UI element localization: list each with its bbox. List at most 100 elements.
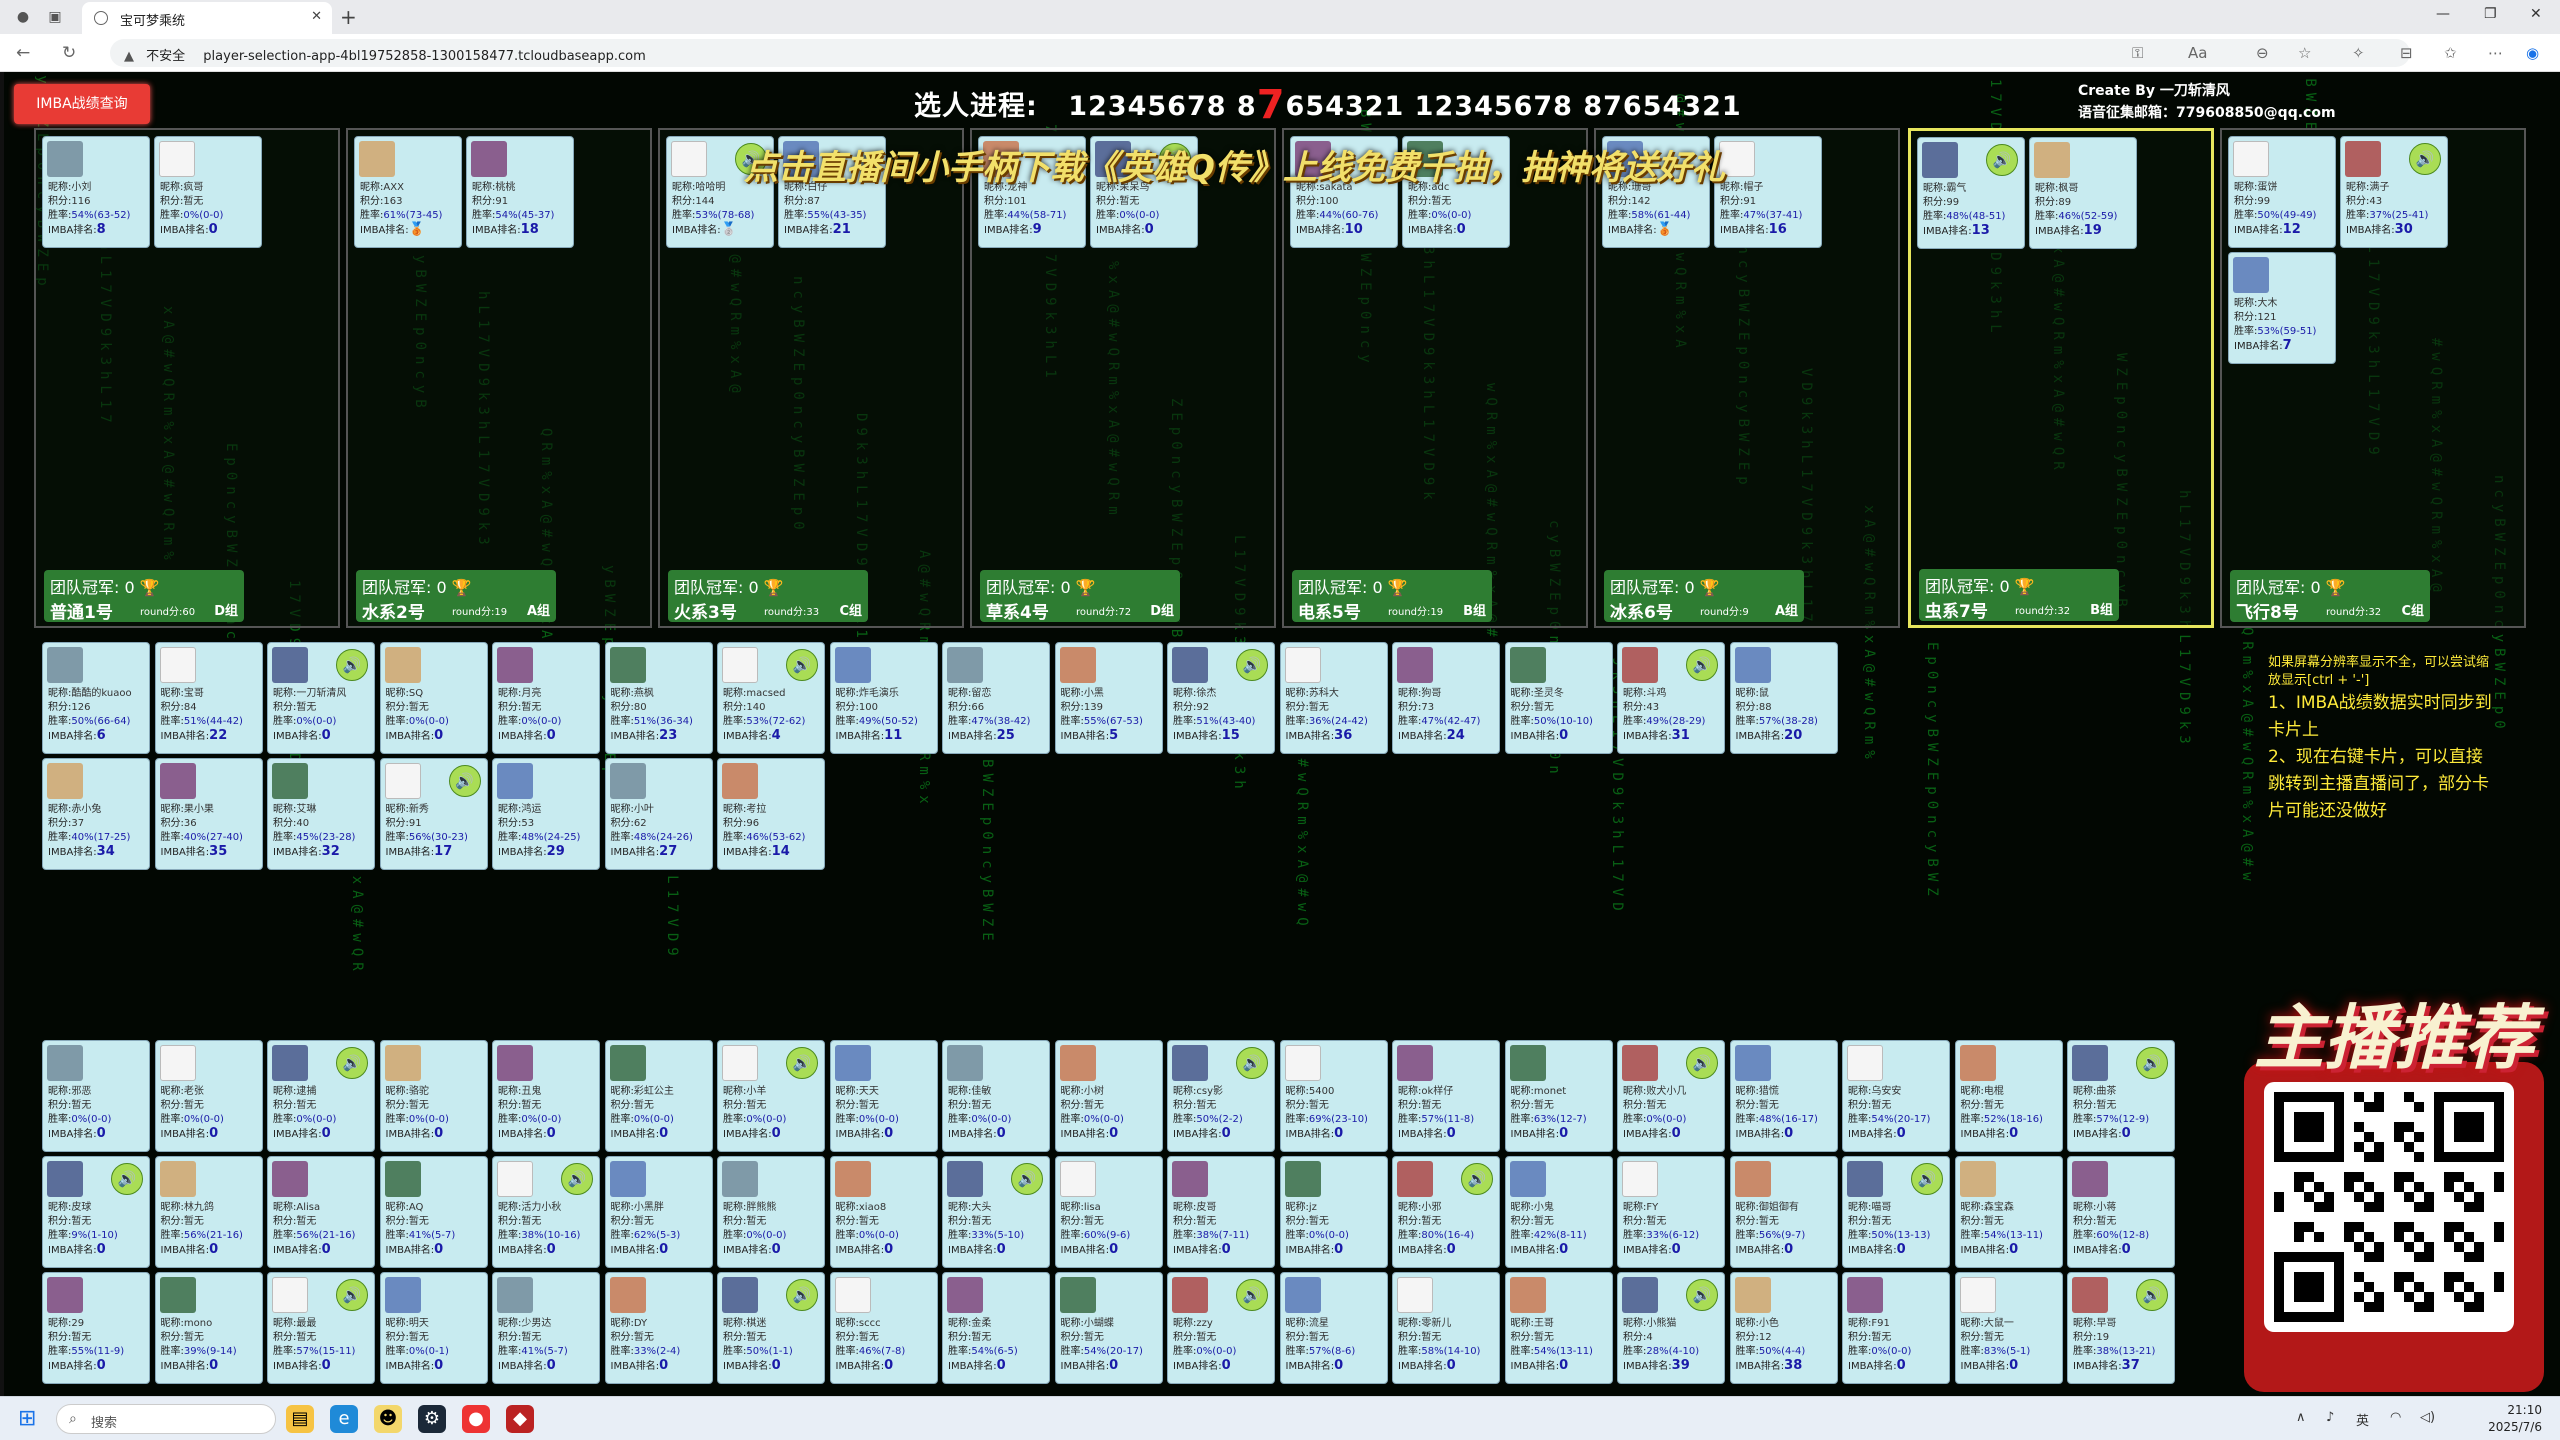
- close-window-icon[interactable]: ✕: [2530, 6, 2542, 22]
- player-card[interactable]: 🔊 昵称:曲茶 积分:暂无 胜率:57%(12-9) IMBA排名:0: [2067, 1040, 2175, 1152]
- sound-icon[interactable]: 🔊: [786, 1279, 818, 1311]
- player-card[interactable]: 昵称:酷酷的kuaoo 积分:126 胜率:50%(66-64) IMBA排名:6: [42, 642, 150, 754]
- app-icon-2[interactable]: ●: [462, 1405, 490, 1433]
- player-card[interactable]: 昵称:大鼠一 积分:暂无 胜率:83%(5-1) IMBA排名:0: [1954, 1272, 2063, 1384]
- sound-icon[interactable]: 🔊: [336, 1279, 368, 1311]
- player-card[interactable]: 昵称:老张 积分:暂无 胜率:0%(0-0) IMBA排名:0: [154, 1040, 263, 1152]
- zoom-icon[interactable]: ⊖: [2256, 44, 2269, 62]
- sound-icon[interactable]: 🔊: [336, 1047, 368, 1079]
- player-card[interactable]: 昵称:明天 积分:暂无 胜率:0%(0-1) IMBA排名:0: [379, 1272, 488, 1384]
- sound-icon[interactable]: 🔊: [561, 1163, 593, 1195]
- sound-icon[interactable]: 🔊: [1686, 1279, 1718, 1311]
- player-card[interactable]: 🔊 昵称:csy影 积分:暂无 胜率:50%(2-2) IMBA排名:0: [1167, 1040, 1275, 1152]
- player-card[interactable]: 昵称:林九鸽 积分:暂无 胜率:56%(21-16) IMBA排名:0: [154, 1156, 263, 1268]
- player-card[interactable]: 🔊 昵称:小邪 积分:暂无 胜率:80%(16-4) IMBA排名:0: [1392, 1156, 1500, 1268]
- player-card[interactable]: 昵称:炸毛演乐 积分:100 胜率:49%(50-52) IMBA排名:11: [829, 642, 938, 754]
- sound-icon[interactable]: 🔊: [1461, 1163, 1493, 1195]
- player-card[interactable]: 昵称:mono 积分:暂无 胜率:39%(9-14) IMBA排名:0: [154, 1272, 263, 1384]
- player-card[interactable]: 昵称:SQ 积分:暂无 胜率:0%(0-0) IMBA排名:0: [379, 642, 488, 754]
- sound-icon[interactable]: 🔊: [111, 1163, 143, 1195]
- player-card[interactable]: 昵称:FY 积分:暂无 胜率:33%(6-12) IMBA排名:0: [1617, 1156, 1725, 1268]
- copilot-icon[interactable]: ◉: [2526, 44, 2539, 62]
- sound-icon[interactable]: 🔊: [1236, 1279, 1268, 1311]
- sound-icon[interactable]: 🔊: [1011, 1163, 1043, 1195]
- sound-icon[interactable]: 🔊: [2409, 143, 2441, 175]
- sound-icon[interactable]: 🔊: [2136, 1279, 2168, 1311]
- browser-tab[interactable]: 宝可梦乘统 ✕: [82, 2, 332, 34]
- player-card[interactable]: 昵称:猎慌 积分:暂无 胜率:48%(16-17) IMBA排名:0: [1729, 1040, 1838, 1152]
- player-card[interactable]: 昵称:大木 积分:121 胜率:53%(59-51) IMBA排名:7: [2228, 252, 2336, 364]
- player-card[interactable]: 昵称:圣灵冬 积分:暂无 胜率:50%(10-10) IMBA排名:0: [1504, 642, 1613, 754]
- sound-icon[interactable]: 🔊: [2136, 1047, 2168, 1079]
- player-card[interactable]: 昵称:果小果 积分:36 胜率:40%(27-40) IMBA排名:35: [154, 758, 263, 870]
- player-card[interactable]: 🔊 昵称:zzy 积分:暂无 胜率:0%(0-0) IMBA排名:0: [1167, 1272, 1275, 1384]
- player-card[interactable]: 🔊 昵称:满子 积分:43 胜率:37%(25-41) IMBA排名:30: [2340, 136, 2448, 248]
- player-card[interactable]: 昵称:苏科大 积分:暂无 胜率:36%(24-42) IMBA排名:36: [1279, 642, 1388, 754]
- mic-icon[interactable]: ♪: [2326, 1410, 2334, 1425]
- player-card[interactable]: 昵称:29 积分:暂无 胜率:55%(11-9) IMBA排名:0: [42, 1272, 150, 1384]
- player-card[interactable]: 昵称:小刘 积分:116 胜率:54%(63-52) IMBA排名:8: [42, 136, 150, 248]
- windows-start-icon[interactable]: ⊞: [18, 1408, 40, 1430]
- volume-icon[interactable]: ◁): [2420, 1410, 2435, 1425]
- player-card[interactable]: 昵称:佳敏 积分:暂无 胜率:0%(0-0) IMBA排名:0: [942, 1040, 1050, 1152]
- player-card[interactable]: 昵称:小叶 积分:62 胜率:48%(24-26) IMBA排名:27: [604, 758, 713, 870]
- player-card[interactable]: 昵称:零新儿 积分:暂无 胜率:58%(14-10) IMBA排名:0: [1392, 1272, 1500, 1384]
- player-card[interactable]: 昵称:lisa 积分:暂无 胜率:60%(9-6) IMBA排名:0: [1054, 1156, 1163, 1268]
- player-card[interactable]: 昵称:xiao8 积分:暂无 胜率:0%(0-0) IMBA排名:0: [829, 1156, 938, 1268]
- player-card[interactable]: 昵称:DY 积分:暂无 胜率:33%(2-4) IMBA排名:0: [604, 1272, 713, 1384]
- wifi-icon[interactable]: ◠: [2390, 1410, 2401, 1425]
- key-icon[interactable]: ⚿: [2132, 44, 2143, 62]
- imba-query-button[interactable]: IMBA战绩查询: [14, 84, 150, 124]
- player-card[interactable]: 昵称:王哥 积分:暂无 胜率:54%(13-11) IMBA排名:0: [1504, 1272, 1613, 1384]
- player-card[interactable]: 昵称:流星 积分:暂无 胜率:57%(8-6) IMBA排名:0: [1279, 1272, 1388, 1384]
- player-card[interactable]: 昵称:艾琳 积分:40 胜率:45%(23-28) IMBA排名:32: [267, 758, 375, 870]
- player-card[interactable]: 昵称:骆驼 积分:暂无 胜率:0%(0-0) IMBA排名:0: [379, 1040, 488, 1152]
- player-card[interactable]: 🔊 昵称:斗鸡 积分:43 胜率:49%(28-29) IMBA排名:31: [1617, 642, 1725, 754]
- player-card[interactable]: 🔊 昵称:新秀 积分:91 胜率:56%(30-23) IMBA排名:17: [379, 758, 488, 870]
- player-card[interactable]: 昵称:森宝森 积分:暂无 胜率:54%(13-11) IMBA排名:0: [1954, 1156, 2063, 1268]
- close-tab-icon[interactable]: ✕: [311, 9, 322, 24]
- sound-icon[interactable]: 🔊: [1686, 1047, 1718, 1079]
- player-card[interactable]: 昵称:丑鬼 积分:暂无 胜率:0%(0-0) IMBA排名:0: [492, 1040, 600, 1152]
- player-card[interactable]: 昵称:小色 积分:12 胜率:50%(4-4) IMBA排名:38: [1729, 1272, 1838, 1384]
- player-card[interactable]: 🔊 昵称:喵哥 积分:暂无 胜率:50%(13-13) IMBA排名:0: [1842, 1156, 1950, 1268]
- back-icon[interactable]: ←: [16, 43, 30, 63]
- profile-icon[interactable]: ●: [14, 8, 32, 26]
- player-card[interactable]: 昵称:小树 积分:暂无 胜率:0%(0-0) IMBA排名:0: [1054, 1040, 1163, 1152]
- read-aloud-icon[interactable]: Aa: [2188, 44, 2207, 62]
- player-card[interactable]: 🔊 昵称:早哥 积分:19 胜率:38%(13-21) IMBA排名:37: [2067, 1272, 2175, 1384]
- player-card[interactable]: 昵称:小鬼 积分:暂无 胜率:42%(8-11) IMBA排名:0: [1504, 1156, 1613, 1268]
- player-card[interactable]: 昵称:燕枫 积分:80 胜率:51%(36-34) IMBA排名:23: [604, 642, 713, 754]
- player-card[interactable]: 🔊 昵称:霸气 积分:99 胜率:48%(48-51) IMBA排名:13: [1917, 137, 2025, 249]
- favorites-list-icon[interactable]: ✩: [2444, 44, 2457, 62]
- sidebar-icon[interactable]: ⊟: [2400, 44, 2413, 62]
- player-card[interactable]: 🔊 昵称:皮球 积分:暂无 胜率:9%(1-10) IMBA排名:0: [42, 1156, 150, 1268]
- player-card[interactable]: 昵称:胖熊熊 积分:暂无 胜率:0%(0-0) IMBA排名:0: [717, 1156, 825, 1268]
- player-card[interactable]: 昵称:monet 积分:暂无 胜率:63%(12-7) IMBA排名:0: [1504, 1040, 1613, 1152]
- player-card[interactable]: 🔊 昵称:败犬小几 积分:暂无 胜率:0%(0-0) IMBA排名:0: [1617, 1040, 1725, 1152]
- more-icon[interactable]: ⋯: [2488, 44, 2503, 62]
- sound-icon[interactable]: 🔊: [1986, 144, 2018, 176]
- favorite-icon[interactable]: ☆: [2298, 44, 2311, 62]
- player-card[interactable]: 昵称:疯哥 积分:暂无 胜率:0%(0-0) IMBA排名:0: [154, 136, 262, 248]
- player-card[interactable]: 昵称:宝哥 积分:84 胜率:51%(44-42) IMBA排名:22: [154, 642, 263, 754]
- player-card[interactable]: 昵称:sccc 积分:暂无 胜率:46%(7-8) IMBA排名:0: [829, 1272, 938, 1384]
- player-card[interactable]: 昵称:枫哥 积分:89 胜率:46%(52-59) IMBA排名:19: [2029, 137, 2137, 249]
- player-card[interactable]: 🔊 昵称:小羊 积分:暂无 胜率:0%(0-0) IMBA排名:0: [717, 1040, 825, 1152]
- player-card[interactable]: 昵称:天天 积分:暂无 胜率:0%(0-0) IMBA排名:0: [829, 1040, 938, 1152]
- player-card[interactable]: 昵称:考拉 积分:96 胜率:46%(53-62) IMBA排名:14: [717, 758, 825, 870]
- player-card[interactable]: 🔊 昵称:大头 积分:暂无 胜率:33%(5-10) IMBA排名:0: [942, 1156, 1050, 1268]
- player-card[interactable]: 昵称:5400 积分:暂无 胜率:69%(23-10) IMBA排名:0: [1279, 1040, 1388, 1152]
- url-input[interactable]: ▲ 不安全 player-selection-app-4bl19752858-1…: [110, 39, 2410, 67]
- player-card[interactable]: 昵称:邪恶 积分:暂无 胜率:0%(0-0) IMBA排名:0: [42, 1040, 150, 1152]
- player-card[interactable]: 🔊 昵称:逮捕 积分:暂无 胜率:0%(0-0) IMBA排名:0: [267, 1040, 375, 1152]
- player-card[interactable]: 昵称:帽子 积分:91 胜率:47%(37-41) IMBA排名:16: [1714, 136, 1822, 248]
- language-indicator[interactable]: 英: [2356, 1410, 2369, 1429]
- player-card[interactable]: 昵称:AQ 积分:暂无 胜率:41%(5-7) IMBA排名:0: [379, 1156, 488, 1268]
- player-card[interactable]: 🔊 昵称:棋迷 积分:暂无 胜率:50%(1-1) IMBA排名:0: [717, 1272, 825, 1384]
- player-card[interactable]: 昵称:电棍 积分:暂无 胜率:52%(18-16) IMBA排名:0: [1954, 1040, 2063, 1152]
- player-card[interactable]: 昵称:蛋饼 积分:99 胜率:50%(49-49) IMBA排名:12: [2228, 136, 2336, 248]
- player-card[interactable]: 昵称:御姐御有 积分:暂无 胜率:56%(9-7) IMBA排名:0: [1729, 1156, 1838, 1268]
- maximize-icon[interactable]: ❐: [2484, 6, 2497, 22]
- steam-icon[interactable]: ⚙: [418, 1405, 446, 1433]
